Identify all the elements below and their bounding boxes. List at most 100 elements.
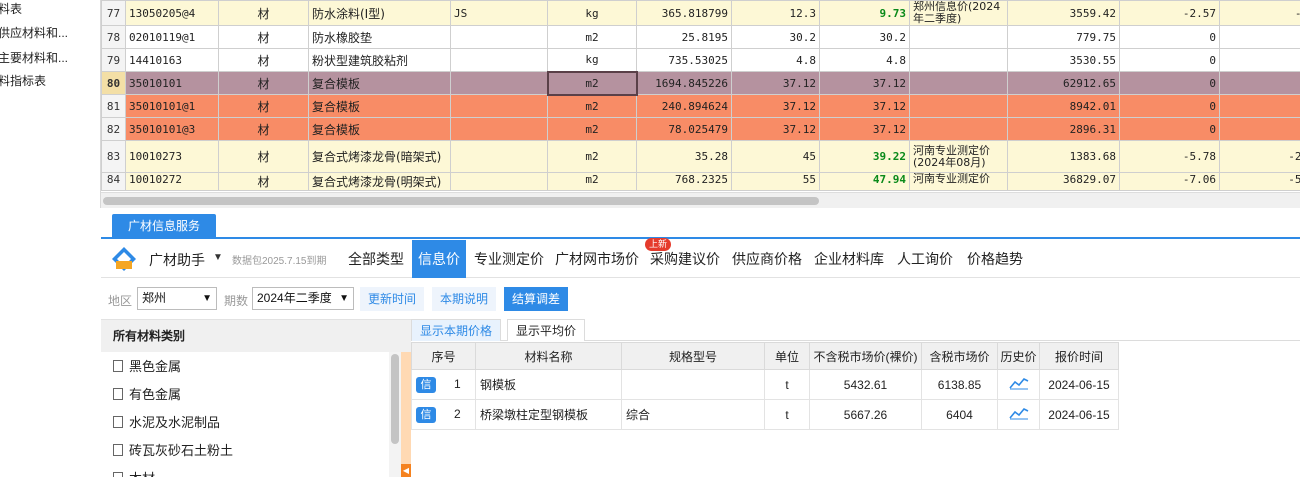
budget-price[interactable]: 4.8 — [731, 48, 820, 72]
spec[interactable] — [450, 94, 548, 118]
scrollbar-thumb[interactable] — [103, 197, 819, 205]
period-select[interactable]: 2024年二季度 ▼ — [252, 287, 354, 310]
tab-price-trend[interactable]: 价格趋势 — [963, 240, 1027, 278]
tab-all-types[interactable]: 全部类型 — [343, 240, 409, 278]
row-number[interactable]: 82 — [101, 117, 126, 141]
collapse-arrow-icon[interactable]: ◀ — [401, 464, 411, 477]
spec[interactable] — [450, 71, 548, 95]
settlement-adjust-button[interactable]: 结算调差 — [504, 287, 569, 311]
grid-row[interactable]: 83 10010273 材复合式烤漆龙骨(暗架式) m2 35.28 45 39.22 河南专… — [101, 140, 1300, 173]
material-type[interactable]: 材 — [218, 25, 309, 49]
amount[interactable]: 8942.01 — [1007, 94, 1120, 118]
quantity[interactable]: 735.53025 — [636, 48, 732, 72]
material-type[interactable]: 材 — [218, 117, 309, 141]
vertical-scrollbar[interactable] — [389, 352, 401, 477]
row-number[interactable]: 83 — [101, 140, 126, 173]
grid-row[interactable]: 84 10010272 材复合式烤漆龙骨(明架式) m2 768.2325 55 47.94… — [101, 172, 1300, 191]
material-name[interactable]: 防水涂料(I型) — [308, 0, 451, 26]
amount[interactable]: 3530.55 — [1007, 48, 1120, 72]
nav-item[interactable]: 料表 — [0, 0, 22, 20]
material-name[interactable]: 复合模板 — [308, 94, 451, 118]
material-name[interactable]: 复合模板 — [308, 71, 451, 95]
unit[interactable]: m2 — [546, 70, 638, 96]
market-price[interactable]: 39.22 — [819, 140, 910, 173]
price-diff[interactable]: -5.78 — [1119, 140, 1220, 173]
price-row[interactable]: 信 1 钢模板 t 5432.61 6138.85 2024-06-15 — [411, 369, 1119, 400]
diff-total[interactable]: -5423. — [1219, 172, 1300, 191]
price-source[interactable]: 河南专业测定价 — [909, 172, 1008, 191]
diff-total[interactable] — [1219, 71, 1300, 95]
diff-total[interactable] — [1219, 25, 1300, 49]
material-name[interactable]: 复合式烤漆龙骨(暗架式) — [308, 140, 451, 173]
amount[interactable]: 62912.65 — [1007, 71, 1120, 95]
unit[interactable]: kg — [547, 48, 637, 72]
material-type[interactable]: 材 — [218, 48, 309, 72]
budget-price[interactable]: 37.12 — [731, 94, 820, 118]
grid-row[interactable]: 82 35010101@3 材复合模板 m2 78.025479 37.12 37.12 28… — [101, 117, 1300, 141]
price-diff[interactable]: 0 — [1119, 48, 1220, 72]
price-source[interactable] — [909, 48, 1008, 72]
update-time-button[interactable]: 更新时间 — [360, 287, 425, 311]
diff-total[interactable]: -940. — [1219, 0, 1300, 26]
tab-info-price[interactable]: 信息价 — [412, 240, 466, 278]
material-type[interactable]: 材 — [218, 172, 309, 191]
diff-total[interactable] — [1219, 48, 1300, 72]
budget-price[interactable]: 12.3 — [731, 0, 820, 26]
price-diff[interactable]: 0 — [1119, 117, 1220, 141]
unit[interactable]: kg — [547, 0, 637, 26]
assistant-menu[interactable]: 广材助手 — [149, 250, 205, 270]
category-item[interactable]: 木材 — [113, 468, 155, 477]
price-source[interactable]: 郑州信息价(2024年二季度) — [909, 0, 1008, 26]
market-price[interactable]: 9.73 — [819, 0, 910, 26]
market-price[interactable]: 37.12 — [819, 71, 910, 95]
quantity[interactable]: 365.818799 — [636, 0, 732, 26]
nav-item[interactable]: 料指标表 — [0, 70, 46, 92]
material-code[interactable]: 14410163 — [125, 48, 219, 72]
region-select[interactable]: 郑州 ▼ — [137, 287, 217, 310]
price-row[interactable]: 信 2 桥梁墩柱定型钢模板 综合 t 5667.26 6404 2024-06-15 — [411, 399, 1119, 430]
tab-manual-inquiry[interactable]: 人工询价 — [893, 240, 957, 278]
nav-item[interactable]: 主要材料和... — [0, 47, 68, 69]
unit[interactable]: m2 — [547, 140, 637, 173]
material-type[interactable]: 材 — [218, 71, 309, 95]
material-code[interactable]: 02010119@1 — [125, 25, 219, 49]
price-diff[interactable]: 0 — [1119, 25, 1220, 49]
price-diff[interactable]: -7.06 — [1119, 172, 1220, 191]
quantity[interactable]: 35.28 — [636, 140, 732, 173]
nav-item[interactable]: 供应材料和... — [0, 22, 68, 44]
row-number[interactable]: 84 — [101, 172, 126, 191]
quantity[interactable]: 78.025479 — [636, 117, 732, 141]
material-type[interactable]: 材 — [218, 0, 309, 26]
history-price-cell[interactable] — [997, 399, 1040, 430]
market-price[interactable]: 37.12 — [819, 117, 910, 141]
grid-row[interactable]: 81 35010101@1 材复合模板 m2 240.894624 37.12 37.12 8… — [101, 94, 1300, 118]
row-number[interactable]: 77 — [101, 0, 126, 26]
amount[interactable]: 36829.07 — [1007, 172, 1120, 191]
price-diff[interactable]: -2.57 — [1119, 0, 1220, 26]
material-name[interactable]: 复合式烤漆龙骨(明架式) — [308, 172, 451, 191]
material-type[interactable]: 材 — [218, 94, 309, 118]
trend-chart-icon[interactable] — [1008, 406, 1029, 420]
diff-total[interactable]: -203.9 — [1219, 140, 1300, 173]
price-diff[interactable]: 0 — [1119, 71, 1220, 95]
grid-row[interactable]: 77 13050205@4 材防水涂料(I型) JS kg 365.818799 12.3 9… — [101, 0, 1300, 26]
tab-current-price[interactable]: 显示本期价格 — [411, 319, 502, 341]
row-number[interactable]: 78 — [101, 25, 126, 49]
price-source[interactable] — [909, 25, 1008, 49]
material-name[interactable]: 防水橡胶垫 — [308, 25, 451, 49]
tab-professional-price[interactable]: 专业测定价 — [470, 240, 548, 278]
tab-average-price[interactable]: 显示平均价 — [507, 319, 586, 341]
unit[interactable]: m2 — [547, 94, 637, 118]
material-name[interactable]: 粉状型建筑胶粘剂 — [308, 48, 451, 72]
material-type[interactable]: 材 — [218, 140, 309, 173]
spec[interactable] — [450, 172, 548, 191]
unit[interactable]: m2 — [547, 117, 637, 141]
period-notes-button[interactable]: 本期说明 — [432, 287, 497, 311]
material-code[interactable]: 13050205@4 — [125, 0, 219, 26]
material-code[interactable]: 35010101@3 — [125, 117, 219, 141]
amount[interactable]: 3559.42 — [1007, 0, 1120, 26]
budget-price[interactable]: 37.12 — [731, 71, 820, 95]
category-item[interactable]: 黑色金属 — [113, 356, 181, 378]
spec[interactable] — [450, 140, 548, 173]
budget-price[interactable]: 30.2 — [731, 25, 820, 49]
